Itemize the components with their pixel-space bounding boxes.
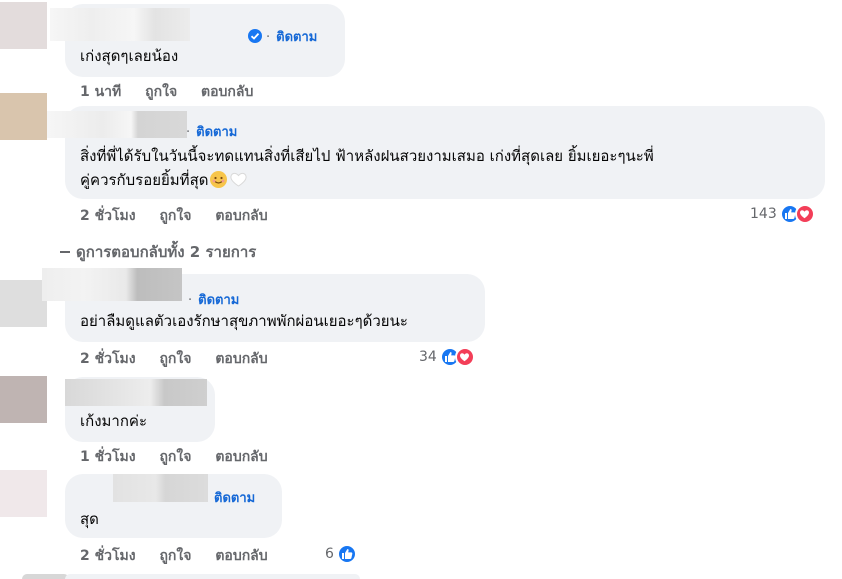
blurred-author-name [50,8,190,41]
reply-button[interactable]: ตอบกลับ [215,208,267,224]
reply-button[interactable]: ตอบกลับ [215,351,267,367]
blurred-author-name [113,474,208,502]
comment-actions: 2 ชั่วโมง ถูกใจ ตอบกลับ [80,348,268,370]
follow-link[interactable]: · ติดตาม [186,121,237,142]
like-button[interactable]: ถูกใจ [159,208,191,224]
view-replies-link[interactable]: ดูการตอบกลับทั้ง 2 รายการ [60,240,256,264]
avatar[interactable] [0,280,47,327]
separator-dot: · [266,30,271,45]
comment-text: สิ่งที่พี่ได้รับในวันนี้จะทดแทนสิ่งที่เส… [80,147,654,165]
comment-actions: 1 ชั่วโมง ถูกใจ ตอบกลับ [80,446,268,468]
comment-timestamp[interactable]: 2 ชั่วโมง [80,208,136,224]
comment-text: คู่ควรกับรอยยิ้มที่สุด [80,169,248,195]
avatar[interactable] [0,2,47,49]
reaction-summary[interactable]: 143 [750,203,815,225]
reaction-summary[interactable]: 34 [419,346,475,368]
comment-bubble [65,574,360,579]
avatar[interactable] [0,470,47,517]
love-reaction-icon [794,204,815,224]
comment-actions: 2 ชั่วโมง ถูกใจ ตอบกลับ [80,205,268,227]
comment-actions: 2 ชั่วโมง ถูกใจ ตอบกลับ [80,545,268,567]
like-button[interactable]: ถูกใจ [159,449,191,465]
comment-text: อย่าลืมดูแลตัวเองรักษาสุขภาพพักผ่อนเยอะๆ… [80,312,408,330]
reply-button[interactable]: ตอบกลับ [201,84,253,100]
follow-link[interactable]: · ติดตาม [248,26,317,47]
like-button[interactable]: ถูกใจ [159,351,191,367]
comment-text: เก่งสุดๆเลยน้อง [80,47,179,65]
reaction-summary[interactable]: 6 [325,543,357,565]
follow-label: ติดตาม [214,491,256,506]
reaction-count: 34 [419,349,437,365]
like-button[interactable]: ถูกใจ [159,548,191,564]
blurred-author-name [65,379,207,406]
love-reaction-icon [454,347,475,367]
follow-link[interactable]: ติดตาม [214,487,255,508]
comment-text-line: คู่ควรกับรอยยิ้มที่สุด [80,171,209,189]
white-heart-emoji-icon [229,171,248,195]
follow-link[interactable]: · ติดตาม [188,289,239,310]
separator-dot: · [188,293,193,308]
blurred-author-name [47,111,187,138]
comment-timestamp[interactable]: 1 ชั่วโมง [80,449,136,465]
reply-button[interactable]: ตอบกลับ [215,548,267,564]
verified-badge-icon [248,29,262,43]
blurred-author-name [42,268,182,301]
follow-label: ติดตาม [276,30,318,45]
comment-text: สุด [80,510,99,528]
avatar[interactable] [22,574,69,579]
follow-label: ติดตาม [196,125,238,140]
comment-timestamp[interactable]: 2 ชั่วโมง [80,351,136,367]
like-reaction-icon [336,544,357,564]
reaction-count: 6 [325,546,334,562]
avatar[interactable] [0,376,47,423]
avatar[interactable] [0,93,47,140]
follow-label: ติดตาม [198,293,240,308]
view-replies-label: ดูการตอบกลับทั้ง 2 รายการ [76,243,257,261]
reply-button[interactable]: ตอบกลับ [215,449,267,465]
reply-arrow-icon [60,251,70,253]
separator-dot: · [186,125,191,140]
comment-timestamp[interactable]: 2 ชั่วโมง [80,548,136,564]
reaction-count: 143 [750,206,777,222]
comment-timestamp[interactable]: 1 นาที [80,84,121,100]
smiling-face-emoji-icon [210,171,228,188]
like-button[interactable]: ถูกใจ [145,84,177,100]
comment-text: เก้งมากค่ะ [80,412,148,430]
comment-actions: 1 นาที ถูกใจ ตอบกลับ [80,81,253,103]
